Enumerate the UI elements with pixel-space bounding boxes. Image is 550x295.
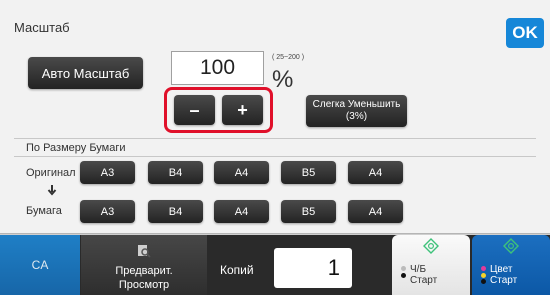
color-start-label: Цвет Старт [490, 264, 517, 286]
preview-label-line2: Просмотр [118, 279, 170, 291]
original-size-a4-button[interactable]: A4 [214, 161, 269, 184]
zoom-increase-button[interactable]: + [222, 95, 263, 125]
paper-size-b5-button[interactable]: B5 [281, 200, 336, 223]
paper-size-a4-button[interactable]: A4 [214, 200, 269, 223]
preview-button[interactable]: Предварит. Просмотр [81, 235, 207, 295]
zoom-value-field[interactable]: 100 [171, 51, 264, 85]
paper-section-label: По Размеру Бумаги [26, 142, 126, 154]
paper-size-b4-button[interactable]: B4 [148, 200, 203, 223]
bw-toner-dots [401, 266, 409, 288]
bw-start-word: Старт [410, 275, 438, 286]
color-start-button[interactable]: Цвет Старт [472, 235, 550, 295]
bw-mode-label: Ч/Б [410, 264, 427, 275]
original-size-b4-button[interactable]: B4 [148, 161, 203, 184]
paper-size-a4r-button[interactable]: A4 [348, 200, 403, 223]
zoom-range-hint: ( 25~200 ) [272, 54, 305, 61]
bw-start-button[interactable]: Ч/Б Старт [392, 235, 470, 295]
color-start-word: Старт [490, 275, 518, 286]
preview-icon [138, 245, 151, 258]
panel-title: Масштаб [14, 20, 70, 35]
zoom-screen: Масштаб OK Авто Масштаб 100 ( 25~200 ) %… [0, 0, 550, 295]
slight-reduce-label: Слегка Уменьшить [312, 99, 401, 110]
original-size-a3-button[interactable]: A3 [80, 161, 135, 184]
original-size-a4r-button[interactable]: A4 [348, 161, 403, 184]
paper-size-a3-button[interactable]: A3 [80, 200, 135, 223]
original-row-label: Оригинал [26, 167, 76, 179]
copies-label: Копий [220, 263, 254, 277]
bottom-bar: CA Предварит. Просмотр Копий 1 Ч/Б Старт… [0, 235, 550, 295]
color-toner-dots [481, 266, 489, 288]
auto-scale-button[interactable]: Авто Масштаб [28, 57, 143, 89]
bw-start-icon [423, 238, 439, 254]
slight-reduce-percent: (3%) [345, 111, 368, 122]
preview-label-line1: Предварит. [115, 265, 173, 277]
zoom-decrease-button[interactable]: – [174, 95, 215, 125]
zoom-unit-label: % [272, 66, 294, 93]
divider [14, 156, 536, 157]
clear-all-button[interactable]: CA [0, 235, 80, 295]
copies-field[interactable]: 1 [274, 248, 352, 288]
paper-row-label: Бумага [26, 205, 62, 217]
color-start-icon [503, 238, 519, 254]
arrow-down-icon [47, 185, 57, 200]
ok-button[interactable]: OK [506, 18, 544, 48]
color-mode-label: Цвет [490, 264, 513, 275]
zoom-panel: Масштаб OK Авто Масштаб 100 ( 25~200 ) %… [0, 0, 550, 234]
bw-start-label: Ч/Б Старт [410, 264, 437, 286]
original-size-b5-button[interactable]: B5 [281, 161, 336, 184]
divider [14, 138, 536, 139]
slight-reduce-button[interactable]: Слегка Уменьшить (3%) [306, 95, 407, 127]
